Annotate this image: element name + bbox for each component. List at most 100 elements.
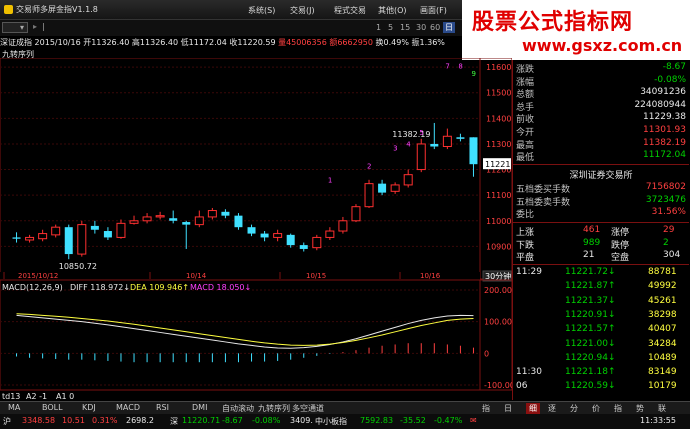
breadth-cell: 2 [663,237,669,248]
quote-value: -0.08% [654,74,686,85]
sz-index: 11220.71 [182,416,221,425]
quote-label: 五档委买手数 [516,185,571,195]
indicator-tab[interactable]: MACD [116,403,140,412]
quote-label: 今开 [516,128,535,138]
panel-tab[interactable]: 价 [592,403,600,414]
tick-cell: 11221.72↓ [565,267,616,277]
candle-body [286,234,295,246]
candle-body [312,236,322,249]
candle-body [221,211,230,216]
panel-tab[interactable]: 势 [636,403,644,414]
indicator-tab[interactable]: 自动滚动 [222,403,254,414]
panel-tab[interactable]: 细 [526,403,540,414]
quote-value: 11382.19 [643,137,686,148]
candle-body [142,216,152,222]
sz-amount: 3409. [290,416,313,425]
indicator-tab[interactable]: 多空通道 [292,403,324,414]
info-high: 高11326.40 [131,38,179,47]
breadth-row: 下跌 989 跌停 2 [513,238,689,251]
period-30[interactable]: 30 [416,23,426,32]
indicator-tab[interactable]: MA [8,403,20,412]
nine-turn-label: 4 [406,141,411,149]
tick-cell: 11:30 [516,367,542,378]
menu-other[interactable]: 其他(O) [378,5,407,16]
dea-line [16,313,474,346]
quote-row: 最高 11382.19 [513,138,689,151]
indicator-tab[interactable]: RSI [156,403,169,412]
menu-system[interactable]: 系统(S) [248,5,275,16]
candle-body [456,137,465,139]
panel-tab[interactable]: 指 [614,403,622,414]
chevron-down-icon[interactable]: ▾ [20,23,24,32]
candle-body [299,245,308,249]
quote-label: 最低 [516,153,535,164]
panel-tab[interactable]: 逐 [548,403,556,414]
window-title: 交易师多屏金指V1.1.8 [16,5,98,14]
period-15[interactable]: 15 [400,23,410,32]
candle-body [182,222,191,225]
panel-tab[interactable]: 分 [570,403,578,414]
quote-value: 34091236 [640,87,686,98]
breadth-cell: 上涨 [516,228,535,238]
order-book-row: 五档委卖手数 3723476 [513,195,689,208]
price-chart[interactable]: 1160011500114001130011200111001100010900… [0,58,512,401]
banner-title: 股票公式指标网 [472,10,634,35]
breadth-cell: 29 [663,225,675,235]
candle-body [430,143,439,147]
menu-view[interactable]: 画面(F) [420,5,447,16]
candle-body [25,236,35,241]
nine-turn-label: 9 [471,70,475,78]
macd-tick-label: 200.00 [484,286,512,295]
quote-label: 涨幅 [516,77,535,88]
status-bar: 沪 3348.58 10.51 0.31% 2698.2 深 11220.71 … [0,414,690,429]
tick-row: 11220.94↓ 10489 [513,353,689,366]
menu-program-trade[interactable]: 程式交易 [334,5,366,16]
tick-cell: 06 [516,381,528,392]
tick-cell: 11221.87↑ [565,281,616,292]
tick-cell: 11220.91↓ [565,309,616,320]
period-selector[interactable] [2,22,28,33]
bell-icon[interactable]: ✉ [470,416,477,425]
sh-change: 10.51 [62,416,85,425]
info-low: 低11172.04 [180,38,227,47]
period-60[interactable]: 60 [430,23,440,32]
tick-cell: 38298 [648,309,677,320]
macd-tick-label: -100.00 [484,381,512,390]
tick-cell: 40407 [648,324,677,335]
quote-value: 7156802 [645,182,686,192]
period-day[interactable]: 日 [443,22,455,33]
zx-percent: -0.47% [434,416,463,425]
tick-cell: 11221.18↑ [565,367,616,378]
panel-tab[interactable]: 联 [658,403,666,414]
toolbar-separator-icon: | [42,22,45,31]
toolbar-arrow-icon[interactable]: ▸ [33,22,37,31]
indicator-tab[interactable]: DMI [192,403,207,412]
period-5[interactable]: 5 [388,23,393,32]
candle-body [77,224,87,255]
candle-body [338,220,348,232]
panel-tab[interactable]: 指 [482,403,490,414]
macd-frame [0,279,512,391]
panel-separator [513,222,689,223]
indicator-tab[interactable]: 九转序列 [258,403,290,414]
breadth-row: 上涨 461 涨停 29 [513,225,689,238]
macd-tick-label: 0 [484,349,489,358]
index-name: 深证成指 [0,38,32,47]
menu-trade[interactable]: 交易(J) [290,5,315,16]
diff-line [16,314,474,349]
price-tick-label: 11500 [486,89,511,98]
breadth-cell: 21 [583,250,595,260]
period-1[interactable]: 1 [376,23,381,32]
panel-separator [513,164,689,165]
candle-body [207,210,217,218]
candle-body [351,206,361,222]
tick-row: 11221.37↓ 45261 [513,296,689,309]
indicator-tab[interactable]: KDJ [82,403,96,412]
breadth-cell: 461 [583,225,601,235]
breadth-cell: 304 [663,250,681,260]
indicator-tab[interactable]: BOLL [42,403,63,412]
panel-tab[interactable]: 日 [504,403,512,414]
zx-index: 7592.83 [360,416,394,425]
candle-body [90,225,99,230]
candle-body [38,233,48,240]
